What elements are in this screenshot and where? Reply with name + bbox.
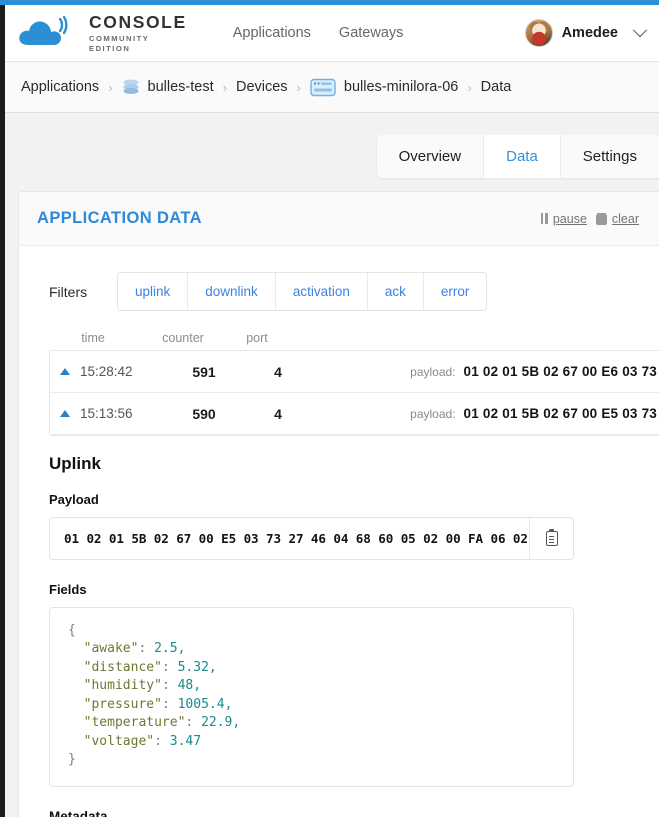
payload-label: payload: — [410, 407, 456, 421]
brand-text: CONSOLE COMMUNITY EDITION — [89, 11, 187, 53]
tab-overview[interactable]: Overview — [376, 135, 485, 178]
pause-label: pause — [552, 211, 587, 226]
fields-json-box: { "awake": 2.5, "distance": 5.32, "humid… — [49, 607, 574, 787]
filters-label: Filters — [49, 283, 88, 300]
payload-hex-value: 01 02 01 5B 02 67 00 E5 03 73 27 46 04 6… — [64, 531, 529, 546]
breadcrumb-item-bulles-test[interactable]: bulles-test — [122, 78, 214, 96]
filter-group: uplink downlink activation ack error — [117, 272, 488, 311]
tab-bar: Overview Data Settings — [5, 113, 659, 191]
brand-logo[interactable]: CONSOLE COMMUNITY EDITION — [16, 11, 187, 53]
cloud-signal-icon — [16, 15, 78, 51]
caret-up-icon[interactable] — [60, 410, 70, 417]
breadcrumb-separator: › — [296, 79, 301, 95]
payload-field: 01 02 01 5B 02 67 00 E5 03 73 27 46 04 6… — [49, 517, 574, 560]
clear-label: clear — [611, 211, 639, 226]
nav-link-gateways[interactable]: Gateways — [339, 25, 403, 41]
pause-button[interactable]: pause — [540, 211, 587, 226]
user-menu[interactable]: Amedee — [524, 19, 648, 47]
cell-port: 4 — [274, 405, 282, 422]
cell-counter: 590 — [192, 405, 216, 422]
breadcrumb-separator: › — [108, 79, 113, 95]
cell-time: 15:28:42 — [80, 364, 133, 379]
fields-section-label: Fields — [49, 582, 87, 597]
column-header-counter: counter — [162, 331, 204, 345]
caret-up-icon[interactable] — [60, 368, 70, 375]
clear-button[interactable]: clear — [595, 211, 639, 226]
breadcrumb-label: bulles-test — [147, 79, 214, 95]
breadcrumb-item-device[interactable]: bulles-minilora-06 — [310, 78, 458, 97]
field-voltage: 3.47 — [169, 733, 202, 749]
table-body: 15:28:42 591 4 payload: 01 02 01 5B 02 6… — [49, 350, 659, 436]
copy-payload-button[interactable] — [529, 518, 573, 559]
column-header-port: port — [246, 331, 268, 345]
cell-time: 15:13:56 — [80, 406, 133, 421]
user-avatar — [524, 19, 553, 47]
breadcrumb-item-data[interactable]: Data — [481, 79, 512, 95]
cell-payload: payload: 01 02 01 5B 02 67 00 E6 03 73 — [410, 364, 659, 379]
column-header-time: time — [81, 331, 105, 345]
device-icon — [310, 78, 336, 97]
field-pressure: 1005.4 — [177, 696, 225, 712]
tab-settings[interactable]: Settings — [560, 135, 659, 178]
cell-counter: 591 — [192, 363, 216, 380]
filters-row: Filters uplink downlink activation ack e… — [19, 246, 659, 331]
payload-value: 01 02 01 5B 02 67 00 E6 03 73 — [463, 364, 657, 379]
card-actions: pause clear — [540, 211, 639, 226]
breadcrumb-separator: › — [467, 79, 472, 95]
filter-activation[interactable]: activation — [275, 273, 368, 310]
trash-icon — [595, 212, 607, 225]
table-row[interactable]: 15:28:42 591 4 payload: 01 02 01 5B 02 6… — [50, 351, 659, 393]
payload-value: 01 02 01 5B 02 67 00 E5 03 73 — [463, 406, 657, 421]
application-data-card: APPLICATION DATA pause clear Filters upl… — [18, 191, 659, 817]
fields-json: { "awake": 2.5, "distance": 5.32, "humid… — [68, 623, 241, 768]
brand-subtitle-line1: COMMUNITY — [89, 33, 150, 43]
breadcrumb: Applications › bulles-test › Devices › b… — [5, 62, 659, 113]
card-header: APPLICATION DATA pause clear — [19, 192, 659, 246]
uplink-detail-panel: Uplink Payload 01 02 01 5B 02 67 00 E5 0… — [19, 436, 659, 817]
metadata-section-label: Metadata — [49, 808, 108, 817]
app-header: CONSOLE COMMUNITY EDITION Applications G… — [0, 5, 659, 62]
clipboard-icon — [545, 528, 558, 546]
user-name: Amedee — [561, 25, 618, 41]
table-row[interactable]: 15:13:56 590 4 payload: 01 02 01 5B 02 6… — [50, 393, 659, 435]
breadcrumb-separator: › — [222, 79, 227, 95]
field-awake: 2.5 — [154, 641, 178, 657]
field-distance: 5.32 — [177, 659, 209, 675]
pause-icon — [540, 213, 548, 224]
layers-icon — [122, 78, 140, 96]
filter-downlink[interactable]: downlink — [188, 273, 276, 310]
cell-port: 4 — [274, 363, 282, 380]
filter-error[interactable]: error — [423, 273, 487, 310]
tabs: Overview Data Settings — [376, 135, 659, 178]
breadcrumb-label: bulles-minilora-06 — [343, 79, 459, 95]
breadcrumb-item-applications[interactable]: Applications — [21, 79, 99, 95]
table-header: time counter port — [49, 331, 659, 350]
brand-subtitle-line2: EDITION — [89, 43, 131, 53]
breadcrumb-label: Data — [480, 79, 512, 95]
breadcrumb-label: Applications — [21, 79, 100, 95]
breadcrumb-item-devices[interactable]: Devices — [236, 79, 288, 95]
payload-section-label: Payload — [49, 492, 99, 507]
data-table: time counter port 15:28:42 591 4 payload… — [19, 331, 659, 436]
detail-title: Uplink — [49, 454, 101, 473]
cell-payload: payload: 01 02 01 5B 02 67 00 E5 03 73 — [410, 406, 659, 421]
app-root: CONSOLE COMMUNITY EDITION Applications G… — [0, 0, 659, 817]
main-nav: Applications Gateways — [233, 25, 404, 41]
brand-title: CONSOLE — [89, 11, 187, 32]
tab-data[interactable]: Data — [484, 135, 561, 178]
payload-label: payload: — [410, 365, 456, 379]
filter-uplink[interactable]: uplink — [118, 273, 189, 310]
field-humidity: 48 — [177, 678, 194, 694]
nav-link-applications[interactable]: Applications — [233, 25, 311, 41]
filter-ack[interactable]: ack — [367, 273, 424, 310]
field-temperature: 22.9 — [201, 715, 233, 731]
chevron-down-icon[interactable] — [632, 23, 648, 38]
page-title: APPLICATION DATA — [37, 209, 202, 227]
breadcrumb-label: Devices — [235, 79, 288, 95]
